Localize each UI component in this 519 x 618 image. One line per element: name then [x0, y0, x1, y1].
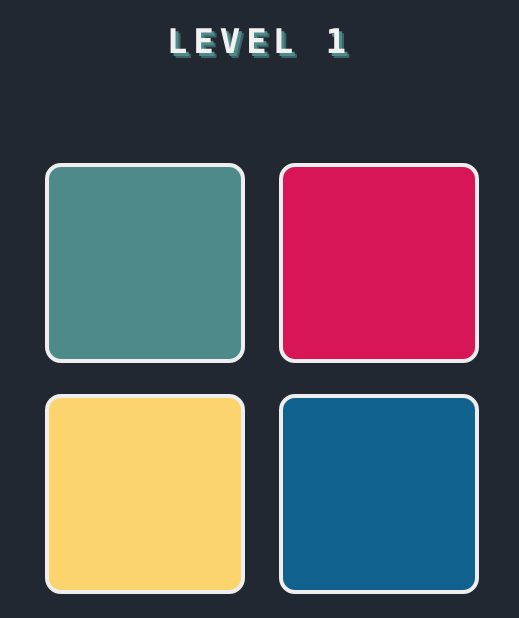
- level-title: LEVEL 1: [166, 22, 353, 62]
- color-tile-yellow[interactable]: [45, 394, 245, 594]
- color-tile-blue[interactable]: [279, 394, 479, 594]
- color-tile-crimson[interactable]: [279, 163, 479, 363]
- color-tile-teal[interactable]: [45, 163, 245, 363]
